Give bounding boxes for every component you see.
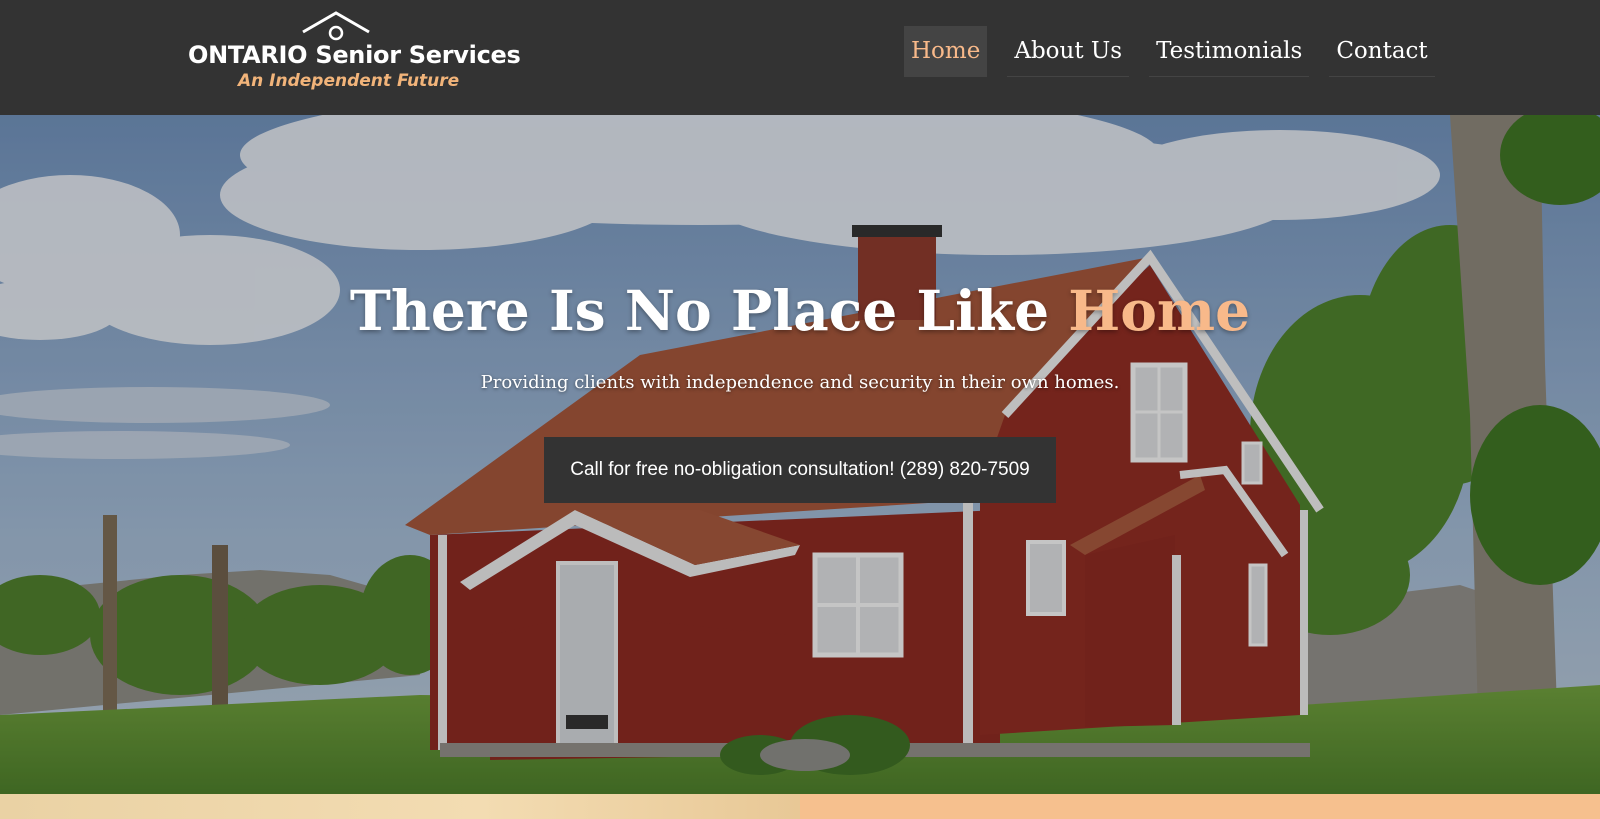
consultation-call-button[interactable]: Call for free no-obligation consultation… bbox=[544, 437, 1056, 503]
logo[interactable]: ONTARIO Senior Services An Independent F… bbox=[188, 10, 521, 95]
nav-home[interactable]: Home bbox=[904, 26, 988, 77]
section-strip-left bbox=[0, 794, 800, 819]
logo-name: ONTARIO Senior Services bbox=[188, 41, 521, 69]
site-header: ONTARIO Senior Services An Independent F… bbox=[0, 0, 1600, 115]
nav-about-us[interactable]: About Us bbox=[1007, 26, 1130, 77]
hero-title-accent: Home bbox=[1068, 278, 1251, 343]
section-strip-right bbox=[800, 794, 1600, 819]
hero-title-main: There Is No Place Like bbox=[349, 278, 1069, 343]
nav-contact[interactable]: Contact bbox=[1329, 26, 1435, 77]
hero-title: There Is No Place Like Home bbox=[0, 278, 1600, 343]
nav-testimonials[interactable]: Testimonials bbox=[1149, 26, 1310, 77]
hero-subtitle: Providing clients with independence and … bbox=[480, 372, 1120, 393]
main-nav: Home About Us Testimonials Contact bbox=[904, 26, 1455, 77]
hero-section: There Is No Place Like Home Providing cl… bbox=[0, 115, 1600, 794]
house-roof-icon bbox=[302, 11, 370, 41]
logo-tagline: An Independent Future bbox=[238, 71, 460, 91]
